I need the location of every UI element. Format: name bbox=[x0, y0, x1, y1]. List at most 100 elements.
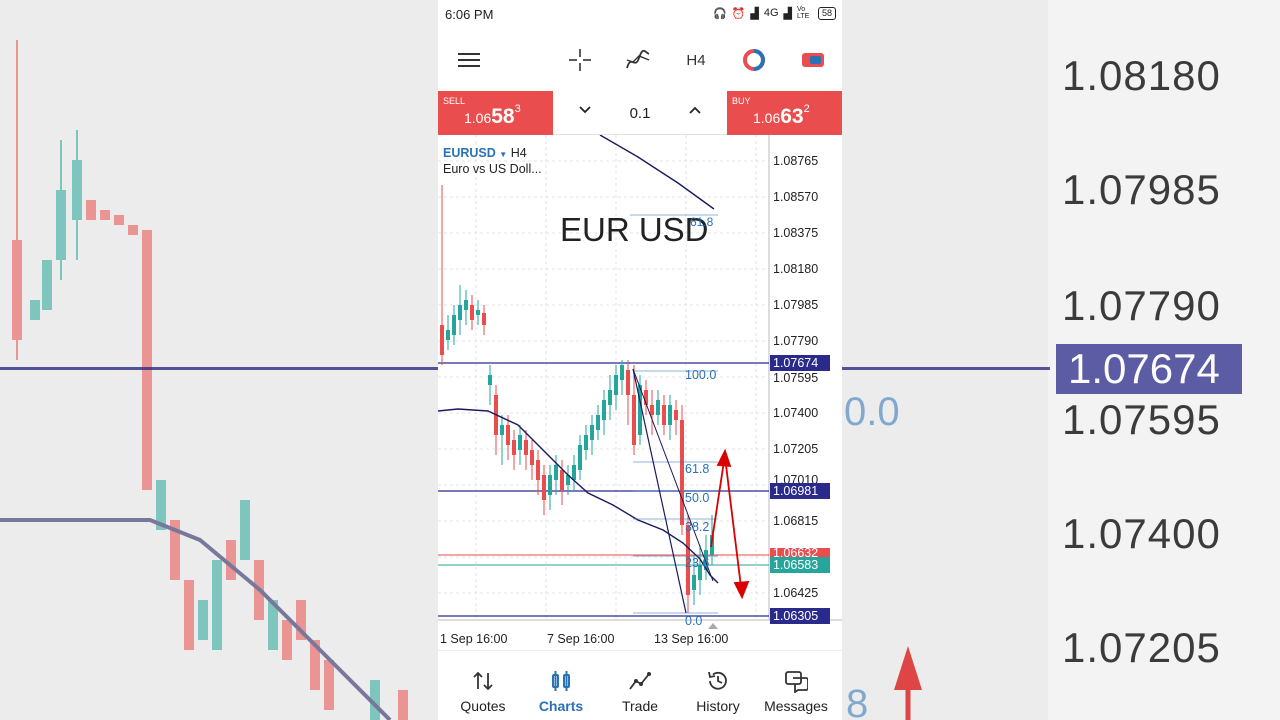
fib-label: 38.2 bbox=[685, 520, 710, 534]
messages-icon bbox=[785, 671, 808, 693]
signal-icon: ▟ bbox=[750, 7, 759, 20]
alarm-icon: ⏰ bbox=[731, 7, 746, 20]
phone-screen: 6:06 PM 🎧 ⏰ ▟ 4G ▟ Vo LTE 58 H4 SELL 1.0… bbox=[438, 0, 842, 720]
symbol-code: EURUSD bbox=[443, 146, 496, 160]
price-axis-label: 1.07400 bbox=[773, 406, 819, 420]
fib-label-top: 61.8 bbox=[690, 215, 714, 229]
sell-price-prefix: 1.06 bbox=[464, 110, 492, 126]
candle-body bbox=[554, 465, 558, 480]
candle-body bbox=[518, 435, 522, 450]
candle-body bbox=[470, 305, 474, 320]
buy-button[interactable]: BUY 1.06632 bbox=[727, 91, 842, 135]
fib-label: 50.0 bbox=[685, 491, 710, 505]
one-click-trade-icon bbox=[802, 53, 824, 67]
price-axis-label: 1.07790 bbox=[773, 334, 819, 348]
nav-label: Charts bbox=[538, 698, 584, 714]
candle-body bbox=[608, 390, 612, 405]
candle-body bbox=[674, 410, 678, 420]
candle-body bbox=[596, 415, 600, 430]
candle-body bbox=[584, 435, 588, 450]
symbol-timeframe: H4 bbox=[510, 146, 527, 160]
price-axis-label: 1.07595 bbox=[773, 371, 819, 385]
crosshair-button[interactable] bbox=[566, 46, 594, 74]
time-axis-label: 1 Sep 16:00 bbox=[440, 632, 508, 646]
candle-body bbox=[476, 310, 480, 315]
nav-messages[interactable]: Messages bbox=[756, 651, 836, 720]
time-axis-label: 7 Sep 16:00 bbox=[547, 632, 615, 646]
status-icons: 🎧 ⏰ ▟ 4G ▟ Vo LTE 58 bbox=[713, 6, 836, 20]
crosshair-icon bbox=[569, 49, 591, 71]
candle-body bbox=[668, 405, 672, 425]
candle-body bbox=[524, 440, 528, 455]
background-price-label: 1.07790 bbox=[1062, 282, 1221, 329]
candle-body bbox=[614, 375, 618, 395]
price-chart[interactable]: EURUSD ▼ H4 Euro vs US Doll... EUR USD 6… bbox=[438, 135, 842, 650]
price-axis-label: 1.08375 bbox=[773, 226, 819, 240]
background-price-tag: 1.07674 bbox=[1056, 344, 1242, 394]
network-type: 4G bbox=[763, 7, 779, 19]
price-axis-label: 1.08570 bbox=[773, 190, 819, 204]
nav-quotes[interactable]: Quotes bbox=[443, 651, 523, 720]
candle-body bbox=[500, 425, 504, 435]
candle-body bbox=[692, 575, 696, 590]
charts-icon bbox=[552, 671, 570, 691]
menu-button[interactable] bbox=[456, 46, 482, 74]
quotes-icon bbox=[473, 671, 493, 691]
nav-trade[interactable]: Trade bbox=[600, 651, 680, 720]
timeframe-button[interactable]: H4 bbox=[681, 46, 711, 74]
candle-body bbox=[572, 465, 576, 480]
candle-body bbox=[626, 370, 630, 395]
candle-body bbox=[482, 313, 486, 325]
history-icon bbox=[708, 671, 727, 690]
sell-price-pips: 58 bbox=[491, 105, 515, 128]
nav-label: Messages bbox=[764, 698, 828, 714]
candle-body bbox=[662, 405, 666, 425]
trade-icon bbox=[629, 672, 651, 690]
fib-label: 61.8 bbox=[685, 462, 710, 476]
candle-body bbox=[464, 300, 468, 310]
lot-increase-button[interactable] bbox=[688, 102, 702, 119]
sell-button[interactable]: SELL 1.06583 bbox=[438, 91, 553, 135]
price-axis-label: 1.06425 bbox=[773, 586, 819, 600]
candle-body bbox=[530, 450, 534, 465]
nav-label: Quotes bbox=[460, 698, 506, 714]
one-click-trading-button[interactable] bbox=[800, 46, 826, 74]
candle-body bbox=[590, 425, 594, 440]
chevron-up-icon bbox=[689, 106, 701, 114]
indicators-button[interactable] bbox=[624, 46, 652, 74]
price-tag-level: 1.07674 bbox=[770, 355, 830, 371]
nav-charts[interactable]: Charts bbox=[521, 651, 601, 720]
candle-body bbox=[506, 425, 510, 445]
price-axis-label: 1.07985 bbox=[773, 298, 819, 312]
background-arrow-icon bbox=[894, 646, 922, 720]
headset-icon: 🎧 bbox=[712, 7, 727, 20]
buy-price: 1.06632 bbox=[753, 103, 810, 129]
background-price-label: 1.07400 bbox=[1062, 510, 1221, 557]
candle-body bbox=[536, 460, 540, 480]
background-price-label: 1.07205 bbox=[1062, 624, 1221, 671]
candle-body bbox=[512, 440, 516, 455]
candle-body bbox=[458, 305, 462, 320]
nav-history[interactable]: History bbox=[678, 651, 758, 720]
dropdown-arrow-icon: ▼ bbox=[499, 150, 508, 159]
lot-selector: 0.1 bbox=[553, 91, 727, 135]
signal-icon: ▟ bbox=[783, 7, 792, 20]
candle-body bbox=[488, 375, 492, 385]
volte-badge: Vo LTE bbox=[796, 6, 810, 20]
overlay-title: EUR USD bbox=[560, 211, 709, 248]
sell-price: 1.06583 bbox=[464, 103, 521, 129]
objects-button[interactable] bbox=[741, 46, 767, 74]
symbol-label[interactable]: EURUSD ▼ H4 bbox=[443, 146, 527, 160]
hamburger-icon bbox=[458, 53, 480, 67]
candle-body bbox=[650, 405, 654, 415]
nav-label: History bbox=[696, 698, 740, 714]
background-price-label: 1.08180 bbox=[1062, 52, 1221, 99]
price-axis-label: 1.08180 bbox=[773, 262, 819, 276]
status-bar: 6:06 PM 🎧 ⏰ ▟ 4G ▟ Vo LTE 58 bbox=[438, 0, 842, 30]
price-axis-label: 1.06815 bbox=[773, 514, 819, 528]
sell-label: SELL bbox=[443, 96, 466, 106]
background-chart-left bbox=[0, 0, 438, 720]
price-tag-level: 1.06305 bbox=[770, 608, 830, 624]
buy-price-pips: 63 bbox=[780, 105, 804, 128]
objects-icon bbox=[743, 49, 765, 71]
